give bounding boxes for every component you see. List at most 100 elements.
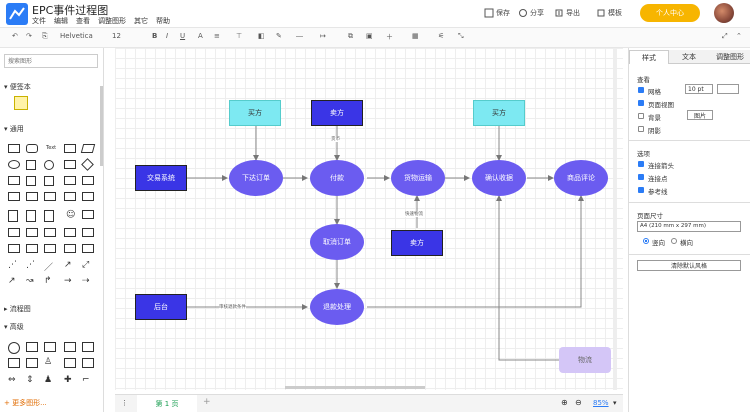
tab-style[interactable]: 样式 <box>629 50 669 64</box>
arrow-shape[interactable]: ↗ <box>64 260 72 270</box>
adv-loop-shape[interactable] <box>64 358 76 368</box>
list-shape[interactable] <box>26 244 38 253</box>
node-buyer-top-left[interactable]: 买方 <box>229 100 281 126</box>
background-checkbox[interactable] <box>638 113 644 119</box>
elbow-connector-shape[interactable]: ↱ <box>44 276 52 286</box>
underline-icon[interactable]: U <box>180 32 185 40</box>
wave-shape[interactable] <box>82 192 94 201</box>
vertical-align-icon[interactable]: ⊤ <box>236 32 242 40</box>
cloud-shape[interactable] <box>64 192 76 201</box>
font-select[interactable]: Helvetica <box>60 32 93 40</box>
zoom-dropdown-icon[interactable]: ▾ <box>613 399 617 407</box>
table-shape[interactable] <box>82 244 94 253</box>
tab-arrange[interactable]: 调整图形 <box>709 50 750 64</box>
format-paint-icon[interactable]: ⎘ <box>42 32 48 41</box>
manual-input-shape[interactable] <box>82 228 94 237</box>
arrange-icon[interactable]: ⧉ <box>348 32 353 41</box>
menu-other[interactable]: 其它 <box>134 16 148 26</box>
adv-double-arrow-icon[interactable]: ⇔ <box>8 375 16 385</box>
section-general[interactable]: ▾ 通用 <box>4 124 24 134</box>
adv-card-shape[interactable] <box>26 342 38 352</box>
folder-shape[interactable] <box>64 244 76 253</box>
undo-icon[interactable]: ↶ <box>12 32 18 40</box>
line-shape[interactable]: ／ <box>44 260 53 273</box>
swimlane-shape[interactable] <box>44 244 56 253</box>
magic-icon[interactable]: ⚟ <box>438 32 444 40</box>
bidirectional-arrow-shape[interactable]: ⤢ <box>82 260 89 270</box>
sticky-note-shape[interactable] <box>14 96 28 110</box>
actor-icon[interactable]: ☺ <box>66 210 75 220</box>
fullscreen-icon[interactable]: ⤢ <box>722 32 728 41</box>
square-shape[interactable] <box>26 160 36 170</box>
data-shape[interactable] <box>64 228 76 237</box>
table-icon[interactable]: ▦ <box>412 32 419 40</box>
triangle-shape[interactable] <box>44 176 54 186</box>
document-shape[interactable] <box>64 176 76 185</box>
grid-checkbox[interactable] <box>638 87 644 93</box>
group-icon[interactable]: ▣ <box>366 32 373 40</box>
xor-shape[interactable] <box>44 228 56 237</box>
node-logistics[interactable]: 物流 <box>559 347 611 373</box>
adv-person-icon[interactable]: ♙ <box>44 357 52 367</box>
section-sticky-notes[interactable]: ▾ 便签本 <box>4 82 31 92</box>
italic-icon[interactable]: I <box>166 32 168 40</box>
node-shipping[interactable]: 货物运输 <box>391 160 445 196</box>
connection-points-checkbox[interactable] <box>638 174 644 180</box>
node-seller-top[interactable]: 卖方 <box>311 100 363 126</box>
adv-tape-shape[interactable] <box>44 342 56 352</box>
textbox-shape[interactable] <box>64 144 76 153</box>
ellipse-shape[interactable] <box>8 160 20 169</box>
line-color-icon[interactable]: ✎ <box>276 32 282 40</box>
menu-view[interactable]: 查看 <box>76 16 90 26</box>
zoom-out-icon[interactable]: ⊖ <box>575 398 582 407</box>
section-advanced[interactable]: ▾ 高级 <box>4 322 24 332</box>
shadow-checkbox[interactable] <box>638 126 644 132</box>
section-flowchart[interactable]: ▸ 流程图 <box>4 304 31 314</box>
tape-shape[interactable] <box>82 176 94 185</box>
text-shape[interactable]: Text <box>46 145 56 151</box>
menu-edit[interactable]: 编辑 <box>54 16 68 26</box>
zoom-level[interactable]: 85% <box>593 399 609 407</box>
link-shape[interactable]: ⇢ <box>82 276 90 286</box>
collapse-icon[interactable]: ⌃ <box>736 32 742 40</box>
template-button[interactable]: 模板 <box>596 8 622 18</box>
card-shape[interactable] <box>8 192 20 201</box>
zoom-in-icon[interactable]: ⊕ <box>561 398 568 407</box>
canvas-horizontal-scrollbar[interactable] <box>285 386 425 389</box>
adv-plus-icon[interactable]: ✚ <box>64 375 72 385</box>
line-dotted-shape[interactable]: ⋰ <box>26 260 35 270</box>
insert-icon[interactable]: ＋ <box>386 32 393 42</box>
adv-figure-icon[interactable]: ♟ <box>44 375 52 385</box>
step-shape[interactable] <box>44 192 56 201</box>
cross-shape[interactable] <box>82 210 94 219</box>
node-buyer-top-right[interactable]: 买方 <box>473 100 525 126</box>
note-shape[interactable] <box>8 210 18 222</box>
export-button[interactable]: 导出 <box>554 8 580 18</box>
node-product-review[interactable]: 商品评论 <box>554 160 608 196</box>
menu-file[interactable]: 文件 <box>32 16 46 26</box>
hexagon-shape[interactable] <box>8 176 20 185</box>
connector-style-icon[interactable]: ↦ <box>320 32 326 40</box>
share-button[interactable]: 分享 <box>518 8 544 18</box>
internal-storage-shape[interactable] <box>44 210 54 222</box>
font-size-select[interactable]: 12 <box>112 32 121 40</box>
page-size-select[interactable]: A4 (210 mm x 297 mm) <box>637 221 741 232</box>
align-icon[interactable]: ≡ <box>214 32 220 40</box>
adv-stored-data-shape[interactable] <box>26 358 38 368</box>
flow-arrow-shape[interactable]: → <box>64 276 72 286</box>
page-view-checkbox[interactable] <box>638 100 644 106</box>
left-panel-scrollbar[interactable] <box>100 86 103 166</box>
more-shapes-link[interactable]: + 更多图形... <box>4 398 47 408</box>
adv-preparation-shape[interactable] <box>82 358 94 368</box>
or-shape[interactable] <box>26 228 38 237</box>
reset-default-style-button[interactable]: 清除默认风格 <box>637 260 741 271</box>
diamond-shape[interactable] <box>81 158 94 171</box>
page-tab-1[interactable]: 第 1 页 <box>137 395 197 413</box>
connector-shape[interactable]: ↗ <box>8 276 16 286</box>
adv-offpage-shape[interactable] <box>64 342 76 352</box>
node-refund[interactable]: 退款处理 <box>310 289 364 325</box>
grid-color-swatch[interactable] <box>717 84 739 94</box>
adv-display-shape[interactable] <box>82 342 94 352</box>
line-style-icon[interactable]: ― <box>296 32 303 40</box>
rounded-rect-shape[interactable] <box>26 144 38 153</box>
